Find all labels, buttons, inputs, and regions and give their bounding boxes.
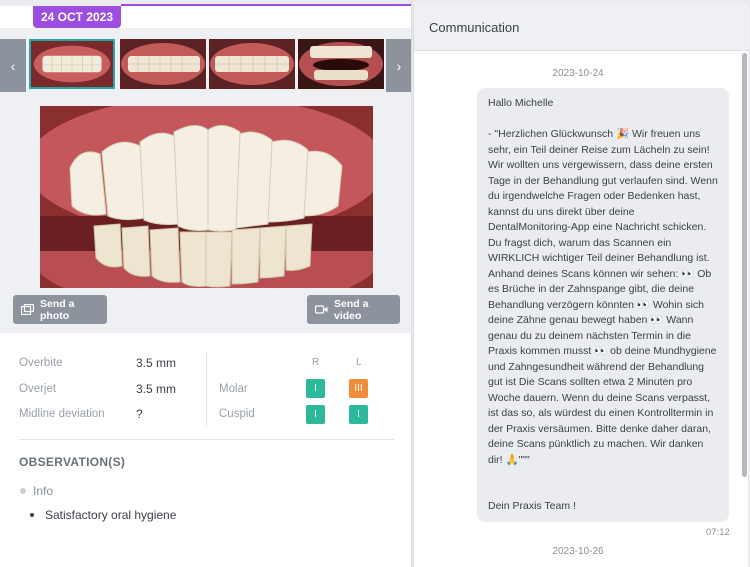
right-side-header: R bbox=[312, 357, 320, 368]
chevron-left-icon: ‹ bbox=[10, 57, 16, 74]
message-date-separator: 2023-10-24 bbox=[552, 68, 604, 79]
communication-header: Communication bbox=[414, 4, 749, 51]
observation-category: Info bbox=[33, 484, 54, 498]
molar-right-class-badge: I bbox=[306, 379, 325, 398]
stats-divider bbox=[206, 352, 207, 427]
molar-label: Molar bbox=[219, 383, 248, 395]
teeth-front-thumb-image bbox=[31, 41, 113, 87]
send-photo-button[interactable]: Send a photo bbox=[13, 295, 107, 324]
chat-scrollbar[interactable] bbox=[742, 53, 747, 477]
message-timestamp: 07:12 bbox=[706, 527, 730, 538]
prev-photo-button[interactable]: ‹ bbox=[0, 39, 26, 92]
patient-gallery-panel: 24 OCT 2023 ‹ › Send a photo Send a vide… bbox=[0, 0, 412, 567]
photo-icon bbox=[20, 303, 35, 316]
midline-deviation-label: Midline deviation bbox=[19, 408, 105, 420]
communication-panel: Communication 2023-10-24 Hallo Michelle … bbox=[413, 4, 749, 567]
teeth-front-photo bbox=[40, 106, 373, 288]
send-video-button[interactable]: Send a video bbox=[307, 295, 400, 324]
timeline-bar bbox=[121, 4, 411, 6]
cuspid-left-class-badge: I bbox=[349, 405, 368, 424]
overjet-label: Overjet bbox=[19, 383, 57, 395]
send-photo-label: Send a photo bbox=[40, 297, 75, 322]
scan-date-badge[interactable]: 24 OCT 2023 bbox=[33, 6, 121, 28]
overbite-label: Overbite bbox=[19, 357, 63, 369]
info-dot-icon bbox=[20, 488, 26, 494]
message-text: Hallo Michelle - "Herzlichen Glückwunsch… bbox=[488, 97, 718, 512]
teeth-open-thumb-image bbox=[298, 39, 384, 89]
section-divider bbox=[19, 439, 394, 440]
observations-title: OBSERVATION(S) bbox=[19, 455, 126, 469]
send-video-label: Send a video bbox=[334, 297, 369, 322]
midline-deviation-value: ? bbox=[136, 407, 143, 421]
bullet-icon bbox=[30, 513, 34, 517]
thumbnail-front[interactable] bbox=[29, 39, 115, 89]
cuspid-right-class-badge: I bbox=[306, 405, 325, 424]
molar-left-class-badge: III bbox=[349, 379, 368, 398]
overjet-value: 3.5 mm bbox=[136, 382, 177, 396]
observation-item: Satisfactory oral hygiene bbox=[45, 508, 177, 522]
chevron-right-icon: › bbox=[396, 57, 402, 74]
cuspid-label: Cuspid bbox=[219, 408, 255, 420]
message-bubble[interactable]: Hallo Michelle - "Herzlichen Glückwunsch… bbox=[477, 88, 729, 522]
message-date-separator-2: 2023-10-26 bbox=[552, 546, 604, 557]
overbite-value: 3.5 mm bbox=[136, 356, 177, 370]
next-photo-button[interactable]: › bbox=[386, 39, 411, 92]
thumbnail-open-mouth[interactable] bbox=[298, 39, 384, 89]
thumbnail-left[interactable] bbox=[209, 39, 295, 89]
communication-title: Communication bbox=[429, 20, 520, 35]
thumbnail-strip: ‹ › bbox=[0, 39, 411, 92]
video-camera-icon bbox=[314, 304, 328, 315]
main-dental-photo[interactable] bbox=[40, 106, 373, 288]
left-side-header: L bbox=[356, 357, 362, 368]
teeth-right-thumb-image bbox=[120, 39, 206, 89]
thumbnail-right[interactable] bbox=[120, 39, 206, 89]
photo-gallery: ‹ › Send a photo Send a video bbox=[0, 28, 411, 333]
teeth-left-thumb-image bbox=[209, 39, 295, 89]
